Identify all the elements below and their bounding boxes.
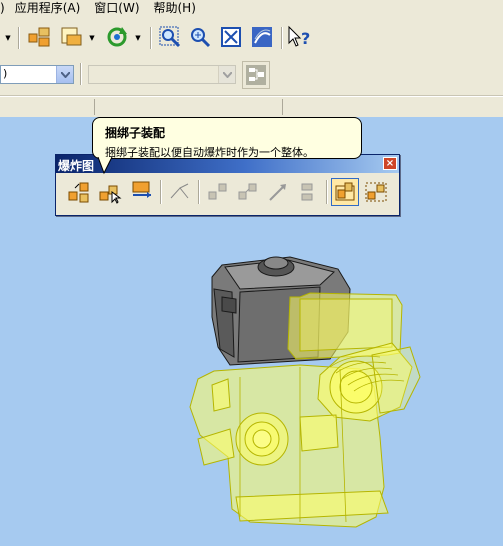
menu-item-window[interactable]: 窗口(W) [87, 1, 146, 16]
unbind-subassembly-icon [365, 182, 387, 202]
chevron-down-icon[interactable] [56, 66, 73, 83]
unbind-subassembly-button[interactable] [362, 178, 390, 206]
tooltip-tail [97, 157, 113, 175]
explode-step-combo[interactable] [88, 65, 236, 84]
direction-button[interactable] [264, 178, 292, 206]
trace-line-button[interactable] [166, 178, 194, 206]
main-toolbar: ▼ ▼ ▼ ? [0, 17, 503, 58]
tab-strip [0, 96, 503, 118]
explode-step-button[interactable] [96, 178, 124, 206]
render-style-icon[interactable] [249, 24, 275, 50]
tooltip-title: 捆绑子装配 [105, 126, 166, 140]
explode-icon [68, 182, 89, 203]
refresh-icon[interactable] [104, 24, 130, 50]
edit-explode-button[interactable] [204, 178, 232, 206]
trace-line-icon [170, 183, 189, 199]
component-icon[interactable] [58, 24, 84, 50]
svg-text:?: ? [301, 29, 310, 48]
explode-step-icon [99, 185, 122, 204]
rearrange-button[interactable] [294, 178, 322, 206]
help-cursor-icon[interactable]: ? [286, 24, 312, 50]
tooltip-balloon: 捆绑子装配 捆绑子装配以便自动爆炸时作为一个整体。 [92, 117, 362, 159]
rearrange-icon [301, 183, 313, 201]
menu-item-fragment[interactable]: ) [0, 1, 8, 16]
assembly-icon[interactable] [26, 24, 52, 50]
move-component-button[interactable] [127, 178, 155, 206]
direction-icon [269, 184, 286, 201]
panel-title: 爆炸图 [58, 159, 95, 173]
chevron-down-icon[interactable] [218, 66, 235, 83]
edit-explode-icon [208, 183, 227, 200]
move-component-icon [132, 181, 151, 198]
fit-view-icon[interactable] [218, 24, 244, 50]
bind-subassembly-button[interactable] [331, 178, 359, 206]
tree-view-icon[interactable] [242, 61, 270, 89]
close-button[interactable]: × [383, 157, 397, 170]
zoom-window-icon[interactable] [157, 24, 183, 50]
scatter-icon [238, 183, 257, 200]
menu-item-application[interactable]: 应用程序(A) [8, 1, 88, 16]
configuration-combo-value: ) [3, 67, 8, 80]
chevron-down-icon[interactable]: ▼ [88, 34, 96, 42]
explode-button[interactable] [65, 178, 93, 206]
dropdown-arrow-icon[interactable]: ▼ [4, 34, 12, 42]
menu-bar: ) 应用程序(A) 窗口(W) 帮助(H) [0, 0, 503, 17]
selection-toolbar: ) [0, 57, 503, 96]
configuration-combo[interactable]: ) [0, 65, 74, 84]
chevron-down-icon[interactable]: ▼ [134, 34, 142, 42]
zoom-icon[interactable] [187, 24, 213, 50]
tooltip-text: 捆绑子装配以便自动爆炸时作为一个整体。 [105, 146, 314, 159]
menu-item-help[interactable]: 帮助(H) [147, 1, 203, 16]
scatter-button[interactable] [234, 178, 262, 206]
bind-subassembly-icon [335, 182, 355, 201]
